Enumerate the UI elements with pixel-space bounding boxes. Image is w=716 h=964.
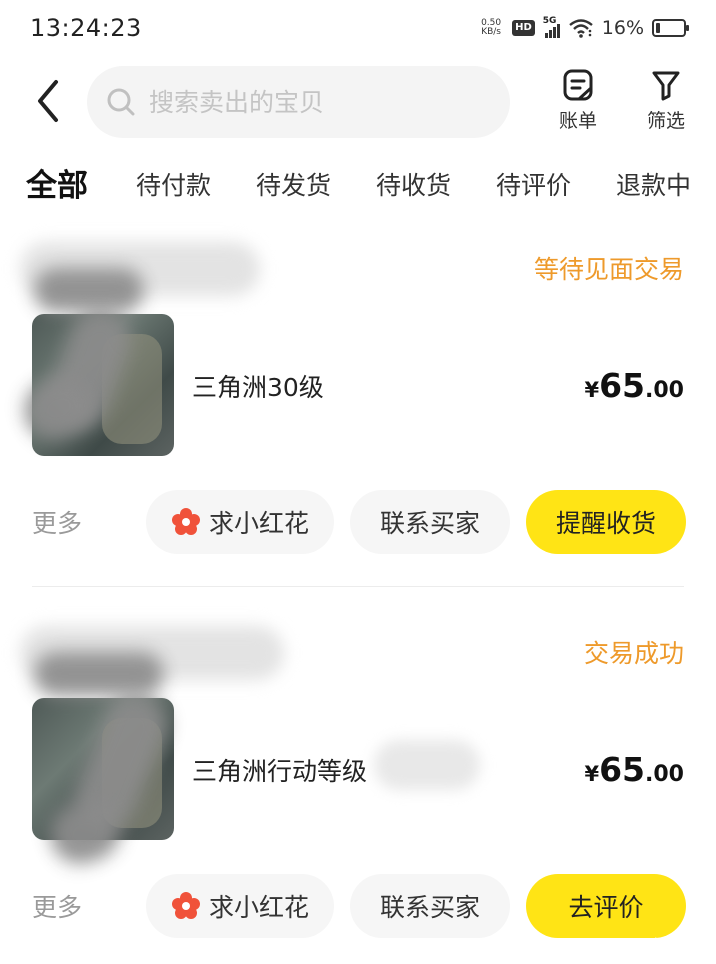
status-bar: 13:24:23 0.50 KB/s HD 5G 16%	[0, 0, 716, 58]
ask-flower-label: 求小红花	[208, 893, 309, 922]
divider	[32, 586, 684, 587]
price-currency: ¥	[584, 762, 600, 786]
battery-fill	[656, 23, 660, 33]
item-price: ¥65.00	[584, 366, 684, 405]
ask-flower-button[interactable]: 求小红花	[146, 490, 334, 554]
battery-percent: 16%	[601, 17, 644, 39]
item-title[interactable]: 三角洲30级	[192, 368, 324, 404]
contact-buyer-button[interactable]: 联系买家	[350, 490, 510, 554]
wifi-icon	[569, 19, 593, 38]
ask-flower-label: 求小红花	[208, 509, 309, 538]
contact-buyer-label: 联系买家	[379, 893, 480, 922]
tab-pending-payment[interactable]: 待付款	[136, 166, 211, 202]
order-status: 交易成功	[583, 639, 684, 668]
remind-receipt-label: 提醒收货	[555, 509, 656, 538]
tab-label: 退款中	[616, 171, 692, 200]
tab-label: 待评价	[496, 171, 572, 200]
bill-icon	[563, 69, 593, 101]
network-type: 5G	[542, 16, 557, 26]
tab-pending-receipt[interactable]: 待收货	[376, 166, 451, 202]
tab-pending-shipment[interactable]: 待发货	[256, 166, 331, 202]
tab-label: 待收货	[376, 171, 452, 200]
contact-buyer-button[interactable]: 联系买家	[350, 874, 510, 938]
price-currency: ¥	[584, 378, 600, 402]
watermark: 卡农社	[647, 936, 696, 955]
flower-icon	[171, 892, 200, 919]
search-icon	[107, 88, 135, 116]
header: 账单 筛选	[0, 62, 716, 142]
tab-refunding[interactable]: 退款中	[616, 166, 691, 202]
filter-button[interactable]: 筛选	[636, 68, 696, 133]
flower-icon	[171, 508, 200, 535]
remind-receipt-button[interactable]: 提醒收货	[526, 490, 686, 554]
price-decimal: .00	[645, 762, 684, 787]
item-title[interactable]: 三角洲行动等级	[192, 752, 367, 788]
item-price: ¥65.00	[584, 750, 684, 789]
signal-icon: 5G	[542, 16, 560, 38]
tab-label: 待发货	[256, 171, 332, 200]
search-input[interactable]	[149, 87, 489, 117]
network-speed-unit: KB/s	[481, 27, 501, 37]
review-button[interactable]: 去评价	[526, 874, 686, 938]
more-button[interactable]: 更多	[32, 504, 82, 540]
tab-label: 全部	[26, 168, 88, 204]
price-integer: 65	[599, 750, 646, 789]
back-button[interactable]	[28, 76, 68, 126]
redaction-mark	[34, 652, 164, 696]
title-redacted	[374, 740, 480, 790]
redaction-mark	[34, 268, 144, 312]
tab-label: 待付款	[136, 171, 212, 200]
status-time: 13:24:23	[30, 14, 142, 42]
tab-all[interactable]: 全部	[24, 160, 90, 205]
bill-button[interactable]: 账单	[548, 68, 608, 133]
hd-icon: HD	[512, 20, 535, 36]
network-speed: 0.50 KB/s	[478, 19, 504, 37]
filter-label: 筛选	[646, 110, 685, 132]
battery-icon	[652, 19, 689, 37]
tab-pending-review[interactable]: 待评价	[496, 166, 571, 202]
search-bar[interactable]	[87, 66, 510, 138]
ask-flower-button[interactable]: 求小红花	[146, 874, 334, 938]
chevron-left-icon	[38, 80, 58, 122]
review-label: 去评价	[568, 893, 644, 922]
order-card[interactable]: 等待见面交易 三角洲30级 ¥65.00 更多 求小红花 联系买家 提醒收货	[0, 228, 716, 588]
bill-label: 账单	[558, 110, 597, 132]
order-tabs: 全部 待付款 待发货 待收货 待评价 退款中	[0, 158, 716, 216]
price-integer: 65	[599, 366, 646, 405]
order-status: 等待见面交易	[533, 255, 684, 284]
filter-icon	[652, 71, 680, 101]
price-decimal: .00	[645, 378, 684, 403]
contact-buyer-label: 联系买家	[379, 509, 480, 538]
order-card[interactable]: 交易成功 三角洲行动等级 ¥65.00 更多 求小红花 联系买家 去评价	[0, 612, 716, 964]
status-indicators: 0.50 KB/s HD 5G 16%	[478, 16, 689, 39]
more-button[interactable]: 更多	[32, 888, 82, 924]
